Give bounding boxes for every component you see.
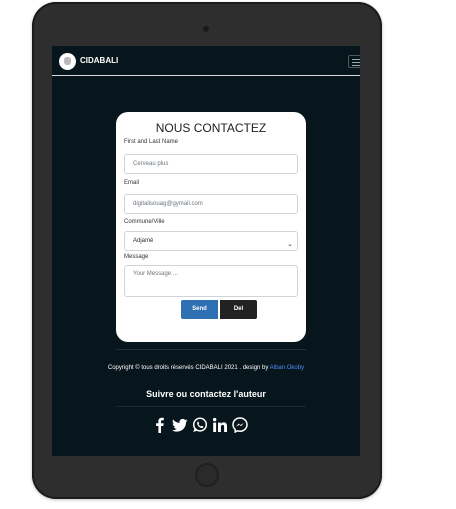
whatsapp-icon[interactable] — [192, 417, 208, 433]
hamburger-icon-line — [352, 62, 360, 63]
facebook-icon[interactable] — [152, 417, 168, 433]
tablet-screen: CIDABALI NOUS CONTACTEZ First and Last N… — [52, 46, 360, 456]
menu-toggle-button[interactable] — [348, 55, 360, 68]
hamburger-icon-line — [352, 65, 360, 66]
social-links — [152, 417, 262, 435]
message-placeholder: Your Message ... — [133, 271, 178, 277]
name-field[interactable]: Cerveau plus — [124, 154, 298, 174]
author-link[interactable]: Alban Okoby — [270, 365, 304, 371]
chevron-down-icon: ⌄ — [287, 241, 293, 248]
commune-select[interactable]: Adjamé ⌄ — [124, 231, 298, 251]
brand-name[interactable]: CIDABALI — [80, 56, 118, 65]
follow-divider — [116, 406, 306, 407]
footer-divider — [116, 349, 306, 350]
navbar: CIDABALI — [52, 46, 360, 76]
name-placeholder: Cerveau plus — [133, 161, 169, 167]
twitter-icon[interactable] — [172, 417, 188, 433]
home-button[interactable] — [195, 463, 219, 487]
follow-heading: Suivre ou contactez l'auteur — [146, 389, 266, 399]
email-label: Email — [124, 180, 140, 186]
commune-label: Commune/Ville — [124, 219, 165, 225]
contact-title: NOUS CONTACTEZ — [155, 121, 267, 135]
send-button[interactable]: Send — [181, 300, 218, 319]
brand-logo-icon[interactable] — [59, 53, 76, 70]
del-button[interactable]: Del — [220, 300, 257, 319]
messenger-icon[interactable] — [232, 417, 248, 433]
camera-dot — [203, 26, 209, 32]
contact-card: NOUS CONTACTEZ First and Last Name Cerve… — [116, 112, 306, 342]
message-textarea[interactable]: Your Message ... — [124, 265, 298, 297]
tablet-frame: CIDABALI NOUS CONTACTEZ First and Last N… — [32, 2, 382, 499]
commune-selected-value: Adjamé — [133, 238, 154, 244]
hamburger-icon-line — [352, 59, 360, 60]
email-field[interactable]: digitalisouag@gymail.com — [124, 194, 298, 214]
message-label: Message — [124, 254, 149, 260]
copyright-text: Copyright © tous droits réservés CIDABAL… — [52, 365, 360, 371]
email-placeholder: digitalisouag@gymail.com — [133, 201, 203, 207]
linkedin-icon[interactable] — [212, 417, 228, 433]
name-label: First and Last Name — [124, 139, 179, 145]
copyright-label: Copyright © tous droits réservés CIDABAL… — [107, 365, 269, 371]
